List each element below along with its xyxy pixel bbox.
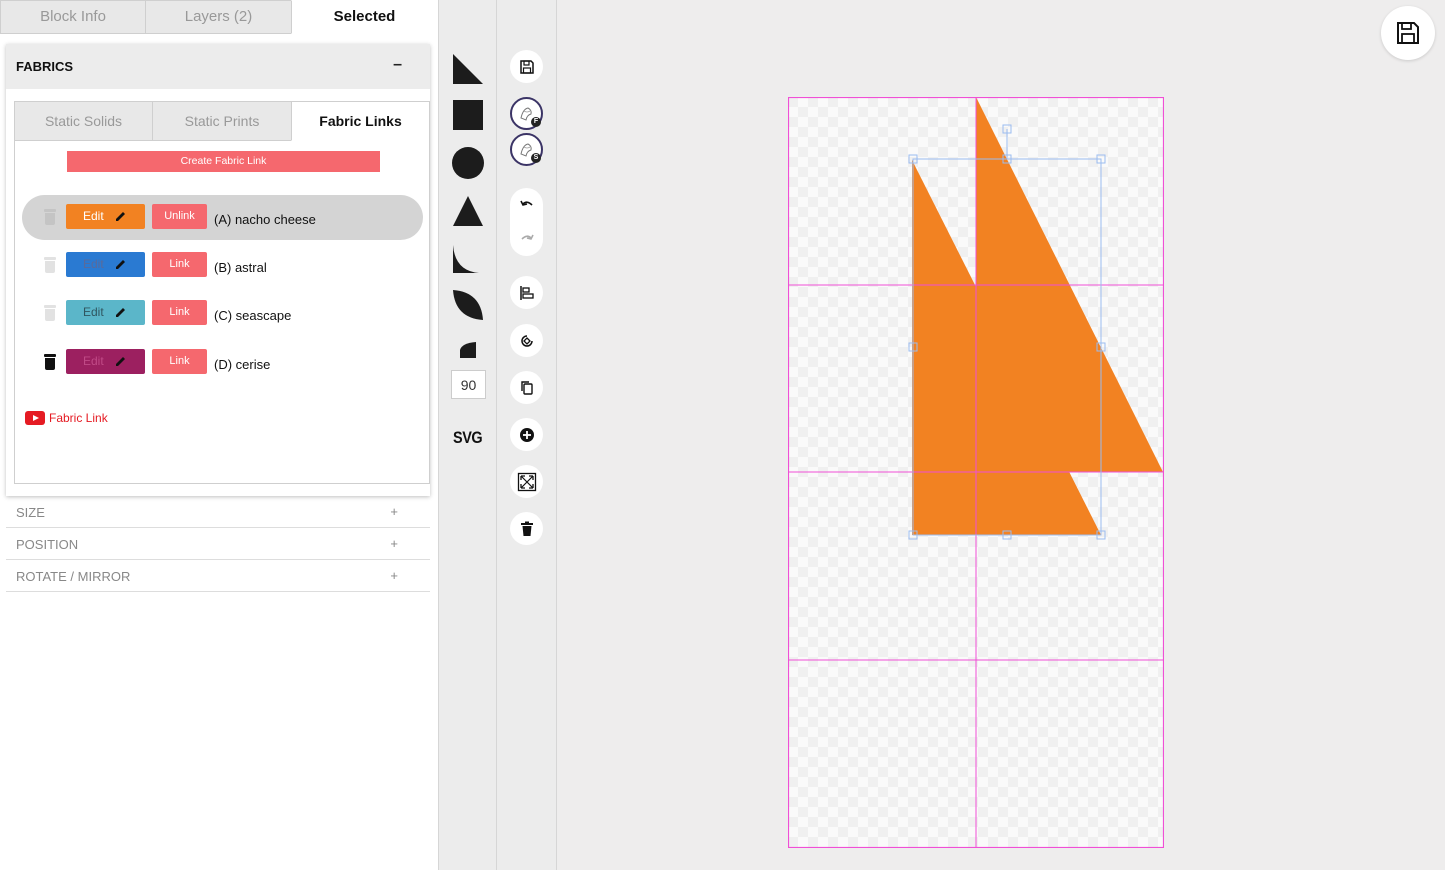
tab-layers[interactable]: Layers (2) bbox=[145, 0, 292, 34]
rotate-mirror-label: ROTATE / MIRROR bbox=[16, 569, 131, 584]
fabric-links-body: Create Fabric Link Edit Unlink (A) nacho… bbox=[14, 140, 430, 484]
align-left-icon bbox=[519, 285, 534, 300]
undo-button[interactable] bbox=[510, 188, 543, 221]
leaf-shape-button[interactable] bbox=[451, 288, 485, 322]
angle-input[interactable] bbox=[451, 370, 486, 399]
save-icon bbox=[1397, 22, 1419, 44]
accordion-size[interactable]: SIZE + bbox=[6, 496, 430, 528]
link-fabric-b-button[interactable]: Link bbox=[152, 252, 207, 277]
fabric-row-b[interactable]: Edit Link (B) astral bbox=[22, 243, 423, 288]
size-label: SIZE bbox=[16, 505, 45, 520]
fabric-secondary-button[interactable]: S bbox=[510, 133, 543, 166]
redo-button[interactable] bbox=[510, 222, 543, 255]
tab-fabric-links[interactable]: Fabric Links bbox=[291, 101, 430, 141]
trash-icon[interactable] bbox=[44, 354, 56, 370]
edit-fabric-b-button[interactable]: Edit bbox=[66, 252, 145, 277]
tab-static-solids[interactable]: Static Solids bbox=[14, 101, 153, 141]
add-circle-icon bbox=[519, 427, 534, 442]
tab-selected[interactable]: Selected bbox=[291, 0, 438, 34]
fit-to-block-button[interactable] bbox=[510, 465, 543, 498]
fabrics-header[interactable]: FABRICS – bbox=[6, 44, 430, 89]
trash-icon[interactable] bbox=[44, 305, 56, 321]
create-fabric-link-button[interactable]: Create Fabric Link bbox=[67, 151, 380, 172]
fabric-row-a[interactable]: Edit Unlink (A) nacho cheese bbox=[22, 195, 423, 240]
fabric-link-video-label: Fabric Link bbox=[49, 411, 108, 425]
block-canvas[interactable] bbox=[788, 97, 1164, 848]
save-button[interactable] bbox=[510, 50, 543, 83]
right-triangle-shape-button[interactable] bbox=[451, 52, 485, 86]
edit-fabric-c-button[interactable]: Edit bbox=[66, 300, 145, 325]
expand-icon: + bbox=[390, 568, 398, 583]
trash-icon[interactable] bbox=[44, 257, 56, 273]
duplicate-button[interactable] bbox=[510, 371, 543, 404]
accordion-position[interactable]: POSITION + bbox=[6, 528, 430, 560]
pencil-icon bbox=[116, 260, 125, 269]
collapse-fabrics-button[interactable]: – bbox=[393, 56, 402, 74]
top-tabs: Block Info Layers (2) Selected bbox=[0, 0, 438, 34]
position-label: POSITION bbox=[16, 537, 79, 552]
pencil-icon bbox=[116, 212, 125, 221]
save-block-button[interactable] bbox=[1381, 6, 1435, 60]
expand-icon: + bbox=[390, 536, 398, 551]
pencil-icon bbox=[116, 357, 125, 366]
tab-static-prints[interactable]: Static Prints bbox=[152, 101, 292, 141]
left-panel: Block Info Layers (2) Selected FABRICS –… bbox=[0, 0, 438, 870]
tab-block-info[interactable]: Block Info bbox=[0, 0, 146, 34]
fabric-name-d: (D) cerise bbox=[214, 357, 271, 372]
trash-icon[interactable] bbox=[44, 209, 56, 225]
fabrics-title: FABRICS bbox=[16, 59, 74, 74]
fabric-subtabs: Static Solids Static Prints Fabric Links bbox=[14, 101, 430, 141]
edit-label: Edit bbox=[83, 354, 104, 368]
accordion-rotate-mirror[interactable]: ROTATE / MIRROR + bbox=[6, 560, 430, 592]
fabrics-panel: FABRICS – Static Solids Static Prints Fa… bbox=[6, 44, 430, 496]
redo-icon bbox=[520, 234, 534, 240]
save-icon bbox=[519, 59, 534, 74]
unlink-fabric-a-button[interactable]: Unlink bbox=[152, 204, 207, 229]
fabric-link-video[interactable]: Fabric Link bbox=[25, 410, 108, 426]
curved-corner-shape-button[interactable] bbox=[451, 243, 485, 277]
align-button[interactable] bbox=[510, 276, 543, 309]
copy-icon bbox=[520, 380, 533, 395]
svg-import-button[interactable]: SVG bbox=[453, 428, 483, 448]
fabric-name-c: (C) seascape bbox=[214, 308, 292, 323]
undo-icon bbox=[519, 200, 533, 206]
shape-toolbar: SVG bbox=[438, 0, 497, 870]
rotate-icon bbox=[520, 334, 533, 347]
fabric-name-a: (A) nacho cheese bbox=[214, 212, 316, 227]
fabric-row-d[interactable]: Edit Link (D) cerise bbox=[22, 340, 423, 385]
add-button[interactable] bbox=[510, 418, 543, 451]
edit-fabric-a-button[interactable]: Edit bbox=[66, 204, 145, 229]
square-shape-button[interactable] bbox=[451, 98, 485, 132]
fabric-badge: F bbox=[531, 117, 541, 127]
pencil-icon bbox=[116, 308, 125, 317]
expand-icon bbox=[517, 472, 536, 491]
quarter-arc-shape-button[interactable] bbox=[458, 340, 478, 360]
tool-toolbar: F S bbox=[497, 0, 557, 870]
fabric-badge: S bbox=[531, 153, 541, 163]
edit-label: Edit bbox=[83, 209, 104, 223]
triangle-shape-button[interactable] bbox=[451, 194, 485, 228]
link-fabric-d-button[interactable]: Link bbox=[152, 349, 207, 374]
link-fabric-c-button[interactable]: Link bbox=[152, 300, 207, 325]
edit-label: Edit bbox=[83, 305, 104, 319]
edit-label: Edit bbox=[83, 257, 104, 271]
trash-icon bbox=[520, 521, 533, 536]
expand-icon: + bbox=[390, 504, 398, 519]
undo-redo-group bbox=[510, 188, 543, 256]
circle-shape-button[interactable] bbox=[451, 146, 485, 180]
fabric-row-c[interactable]: Edit Link (C) seascape bbox=[22, 291, 423, 336]
edit-fabric-d-button[interactable]: Edit bbox=[66, 349, 145, 374]
fabric-name-b: (B) astral bbox=[214, 260, 267, 275]
youtube-icon bbox=[25, 411, 45, 425]
delete-button[interactable] bbox=[510, 512, 543, 545]
rotate-button[interactable] bbox=[510, 324, 543, 357]
fabric-front-button[interactable]: F bbox=[510, 97, 543, 130]
